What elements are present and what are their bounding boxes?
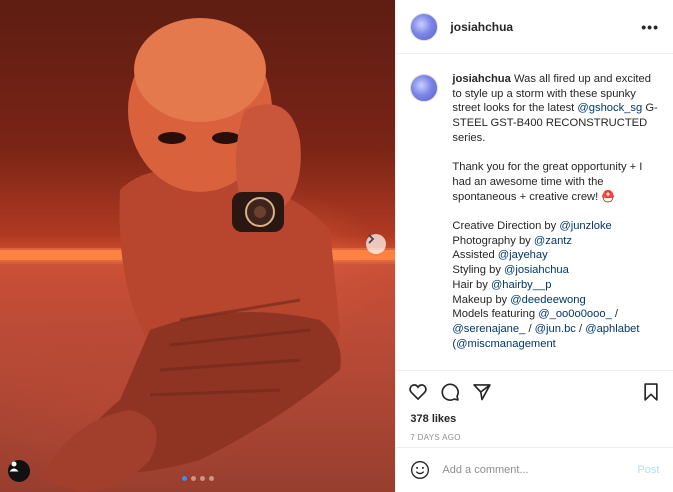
user-icon (9, 461, 19, 472)
credit-line: @serenajane_ / @jun.bc / @aphlabet (452, 322, 640, 335)
smiley-icon (411, 461, 430, 479)
post-sidebar: josiahchua ••• josiahchua Was all fired … (395, 0, 673, 492)
caption-username[interactable]: josiahchua (452, 73, 510, 85)
carousel-dot (182, 476, 187, 481)
mention-link[interactable]: @_oo0o0ooo_ (538, 308, 612, 320)
credit-line: Styling by @josiahchua (452, 264, 569, 277)
caption-comment: josiahchua Was all fired up and excited … (396, 54, 673, 372)
post-photo[interactable] (0, 0, 396, 492)
share-button[interactable] (472, 382, 492, 402)
post-date[interactable]: 7 DAYS AGO (396, 425, 673, 442)
like-count[interactable]: 378 likes (396, 405, 673, 425)
carousel-dot (191, 476, 196, 481)
photo-illustration (0, 18, 396, 492)
comment-button[interactable] (440, 382, 460, 402)
chevron-right-icon (368, 234, 375, 244)
avatar[interactable] (410, 12, 439, 41)
credit-line: (@miscmanagement (452, 337, 556, 350)
paper-plane-icon (473, 384, 492, 401)
more-options-button[interactable]: ••• (641, 19, 659, 35)
carousel-dot (200, 476, 205, 481)
credit-line: Photography by @zantz (452, 234, 572, 247)
bookmark-icon (644, 383, 659, 401)
carousel-dot (209, 476, 214, 481)
credit-line: Models featuring @_oo0o0ooo_ / (452, 308, 619, 321)
caption-thanks: Thank you for the great opportunity + I … (452, 161, 643, 203)
instagram-post: josiahchua ••• josiahchua Was all fired … (0, 0, 673, 492)
carousel-indicator (182, 476, 214, 481)
credit-line: Creative Direction by @junzloke (452, 220, 612, 232)
heart-icon (409, 384, 428, 401)
next-photo-button[interactable] (366, 234, 386, 254)
mention-link[interactable]: @gshock_sg (577, 102, 642, 114)
credit-line: Makeup by @deedeewong (452, 293, 586, 306)
credit-line: Assisted @jayehay (452, 249, 548, 262)
comment-icon (441, 383, 460, 401)
caption-intro: josiahchua Was all fired up and excited … (452, 72, 659, 146)
save-button[interactable] (641, 382, 661, 402)
mention-link[interactable]: @jayehay (498, 249, 548, 261)
post-username[interactable]: josiahchua (450, 20, 641, 34)
add-comment-bar: Add a comment... Post (396, 447, 673, 492)
post-comment-button[interactable]: Post (637, 464, 659, 476)
mention-link[interactable]: @jun.bc (535, 323, 576, 335)
tagged-users-button[interactable] (8, 460, 30, 482)
action-icons (396, 371, 673, 405)
credit-line: Hair by @hairby__p (452, 278, 552, 291)
mention-link[interactable]: @zantz (534, 235, 572, 247)
mention-link[interactable]: @aphlabet (585, 323, 639, 335)
caption-text: josiahchua Was all fired up and excited … (452, 72, 659, 372)
mention-link[interactable]: @hairby__p (491, 279, 552, 291)
credits-list: Creative Direction by @junzloke Photogra… (452, 219, 659, 351)
post-actions: 378 likes 7 DAYS AGO (396, 370, 673, 442)
emoji-button[interactable] (410, 460, 430, 480)
post-header: josiahchua ••• (396, 0, 673, 54)
avatar[interactable] (410, 74, 439, 102)
comment-input[interactable]: Add a comment... (442, 464, 637, 476)
mention-link[interactable]: @miscmanagement (456, 338, 556, 350)
mention-link[interactable]: @josiahchua (504, 264, 569, 276)
like-button[interactable] (408, 382, 428, 402)
mention-link[interactable]: @junzloke (559, 220, 611, 232)
mention-link[interactable]: @serenajane_ (452, 323, 525, 335)
mention-link[interactable]: @deedeewong (510, 294, 585, 306)
